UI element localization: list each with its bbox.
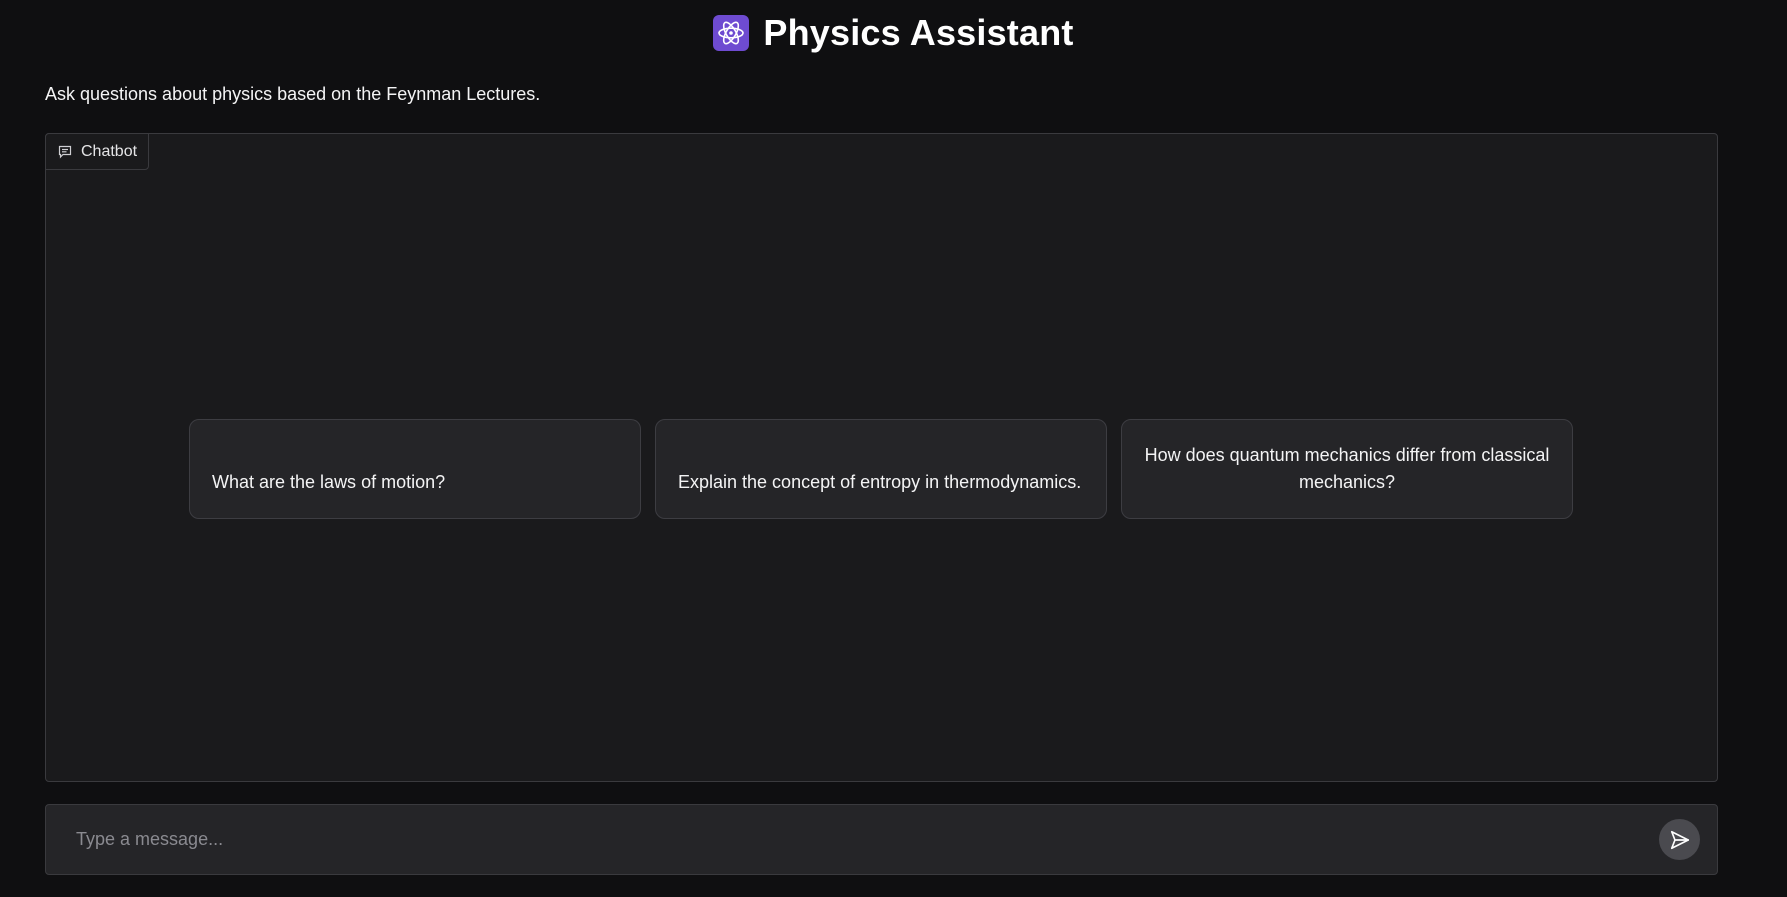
app-page: Physics Assistant Ask questions about ph… (0, 0, 1787, 897)
message-input[interactable] (46, 805, 1659, 874)
chatbot-panel: Chatbot What are the laws of motion? Exp… (45, 133, 1718, 782)
page-description: Ask questions about physics based on the… (45, 84, 541, 104)
example-prompt-laws-of-motion[interactable]: What are the laws of motion? (189, 419, 641, 519)
message-input-bar (45, 804, 1718, 875)
page-title: Physics Assistant (763, 12, 1074, 53)
chat-icon (58, 145, 72, 158)
send-icon (1670, 830, 1689, 849)
send-button[interactable] (1659, 819, 1700, 860)
chatbot-label-text: Chatbot (81, 142, 138, 160)
example-prompt-text: What are the laws of motion? (212, 472, 446, 492)
atom-icon (713, 15, 750, 51)
example-prompt-text: How does quantum mechanics differ from c… (1144, 445, 1550, 492)
example-prompts: What are the laws of motion? Explain the… (189, 419, 1573, 519)
page-header: Physics Assistant (0, 12, 1787, 54)
chatbot-label: Chatbot (45, 133, 150, 170)
example-prompt-entropy[interactable]: Explain the concept of entropy in thermo… (655, 419, 1107, 519)
example-prompt-quantum-mechanics[interactable]: How does quantum mechanics differ from c… (1121, 419, 1573, 519)
example-prompt-text: Explain the concept of entropy in thermo… (678, 472, 1082, 492)
